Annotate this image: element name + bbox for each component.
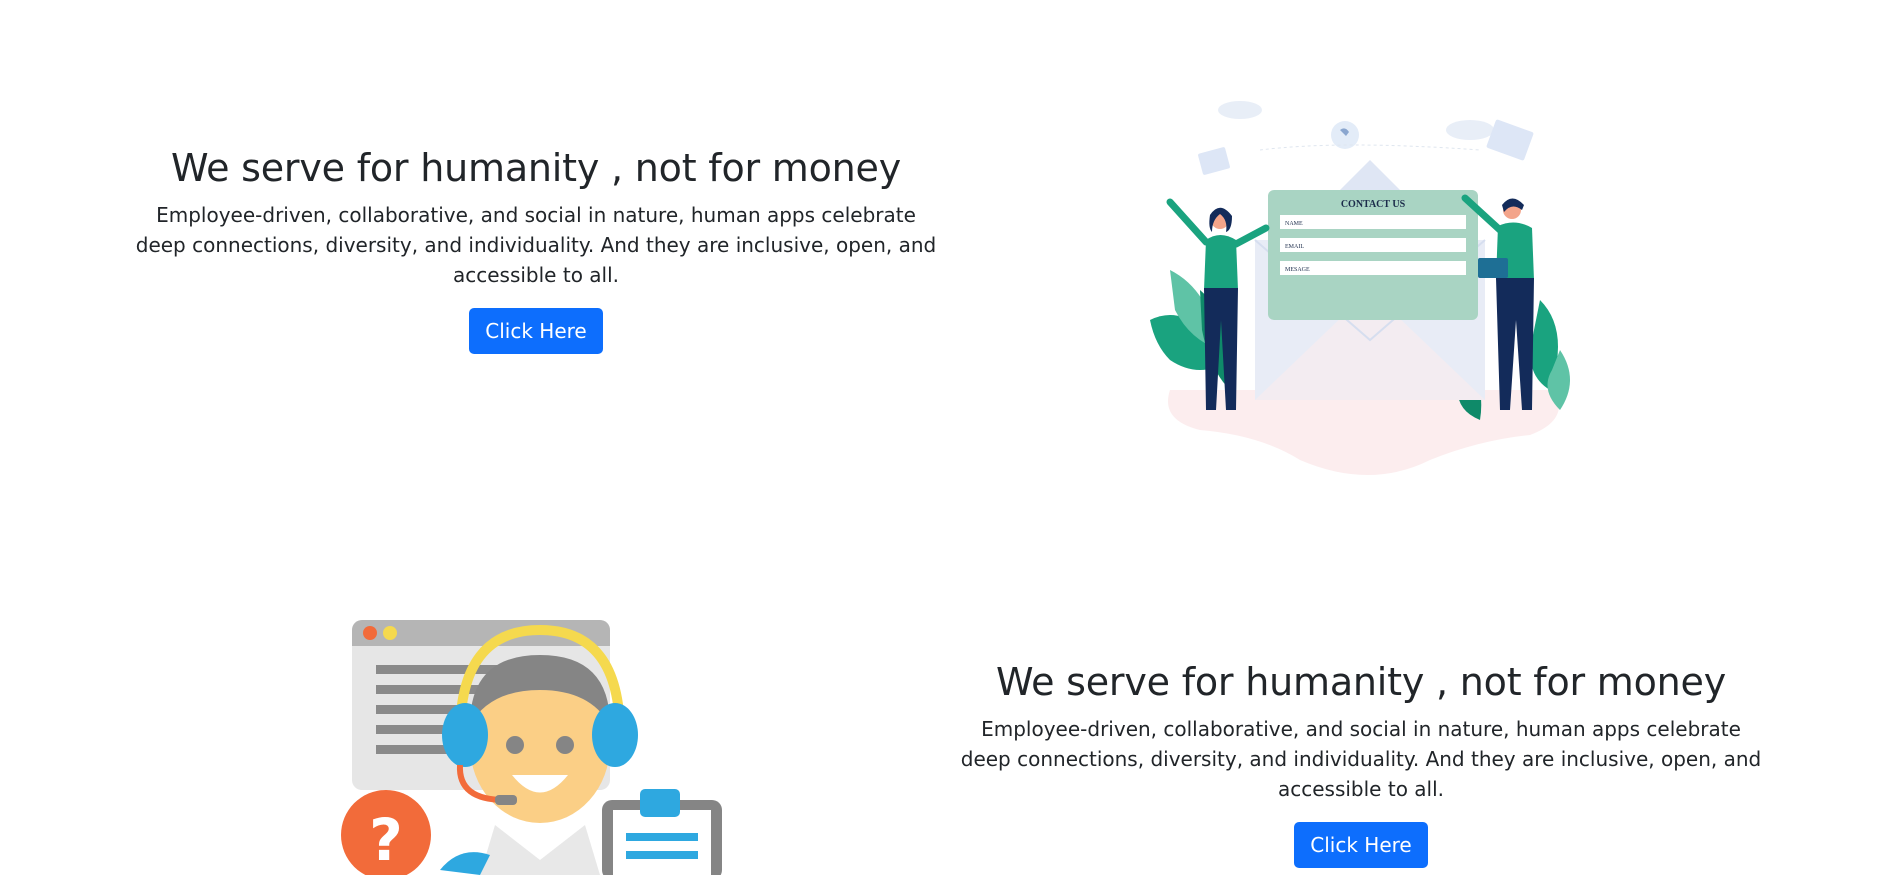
section-1-click-button[interactable]: Click Here [469,307,603,354]
contact-heading: CONTACT US [1341,199,1406,210]
contact-message-field: MESAGE [1285,267,1310,273]
customer-support-illustration: ? [341,620,722,875]
section-2-description: Employee-driven, collaborative, and soci… [960,716,1762,801]
svg-text:?: ? [369,806,403,874]
section-1-description: Employee-driven, collaborative, and soci… [135,202,937,287]
section-2-title: We serve for humanity , not for money [995,660,1727,704]
contact-name-field: NAME [1285,221,1303,227]
hero-section-2: We serve for humanity , not for money Em… [953,660,1769,868]
contact-email-field: EMAIL [1285,244,1304,250]
section-2-click-button[interactable]: Click Here [1294,821,1428,868]
window-close-dot [363,626,377,640]
window-minimize-dot [383,626,397,640]
page: We serve for humanity , not for money Em… [0,0,1892,875]
contact-us-illustration: CONTACT US NAME EMAIL MESAGE [1150,101,1570,475]
hero-section-1: We serve for humanity , not for money Em… [128,146,944,354]
section-1-title: We serve for humanity , not for money [170,146,902,190]
